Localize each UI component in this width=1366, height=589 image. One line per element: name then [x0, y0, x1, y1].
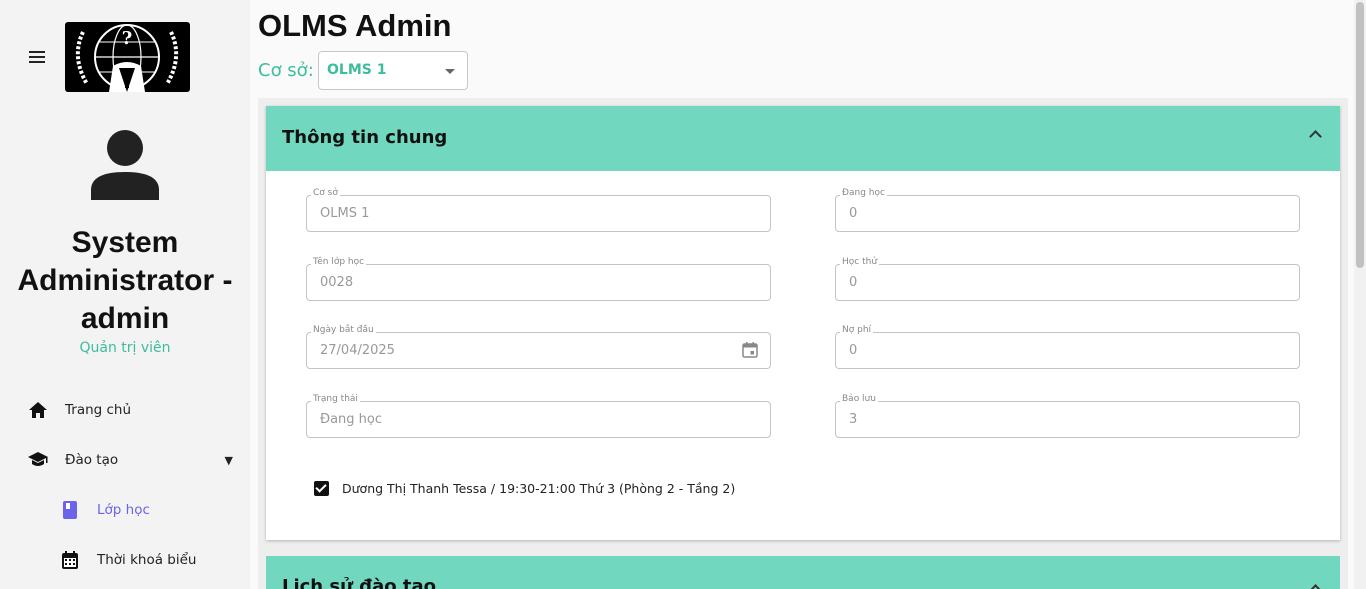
- user-name: System Administrator - admin: [17, 226, 233, 335]
- schedule-checkbox-label: Dương Thị Thanh Tessa / 19:30-21:00 Thứ …: [342, 481, 736, 496]
- field-value: 3: [849, 412, 858, 427]
- calendar-icon[interactable]: [742, 342, 758, 358]
- training-history-panel-header[interactable]: Lịch sử đào tạo: [266, 556, 1340, 589]
- branch-select-value: OLMS 1: [327, 62, 387, 78]
- field-label: Cơ sở: [311, 188, 340, 198]
- schedule-option: Dương Thị Thanh Tessa / 19:30-21:00 Thứ …: [314, 481, 735, 496]
- svg-text:?: ?: [122, 28, 133, 49]
- general-info-panel: Thông tin chung Cơ sở OLMS 1 Tên lớp học…: [266, 106, 1340, 540]
- calendar-icon: [60, 550, 80, 570]
- panel-title: Thông tin chung: [282, 127, 448, 148]
- chevron-up-icon[interactable]: [1309, 584, 1322, 589]
- sidebar-item-classes[interactable]: Lớp học: [60, 500, 150, 520]
- dropdown-arrow-icon: [445, 69, 455, 74]
- start-date-field[interactable]: Ngày bắt đầu 27/04/2025: [306, 325, 771, 369]
- scrollbar-thumb[interactable]: [1356, 2, 1364, 268]
- field-label: Bảo lưu: [840, 394, 878, 404]
- chevron-up-icon[interactable]: [1309, 130, 1322, 143]
- branch-select[interactable]: OLMS 1: [318, 51, 468, 90]
- user-avatar-icon: [88, 128, 162, 200]
- debt-count-field[interactable]: Nợ phí 0: [835, 325, 1300, 369]
- field-label: Nợ phí: [840, 325, 874, 335]
- field-value: OLMS 1: [320, 206, 370, 221]
- sidebar-item-label: Đào tạo: [65, 452, 119, 468]
- branch-field[interactable]: Cơ sở OLMS 1: [306, 188, 771, 232]
- trial-count-field[interactable]: Học thử 0: [835, 257, 1300, 301]
- user-role: Quản trị viên: [79, 340, 171, 356]
- schedule-checkbox[interactable]: [314, 481, 329, 496]
- page-scrollbar[interactable]: [1354, 0, 1366, 589]
- page-title: OLMS Admin: [258, 8, 452, 43]
- general-info-panel-header[interactable]: Thông tin chung: [266, 106, 1340, 171]
- sidebar-item-home[interactable]: Trang chủ: [28, 400, 131, 420]
- sidebar: ? System Administrator - admin Quản trị …: [0, 0, 250, 589]
- sidebar-item-label: Trang chủ: [65, 402, 132, 418]
- field-value: 0028: [320, 275, 354, 290]
- reserved-count-field[interactable]: Bảo lưu 3: [835, 394, 1300, 438]
- sidebar-item-training[interactable]: Đào tạo ▼: [28, 450, 233, 470]
- field-label: Đang học: [840, 188, 887, 198]
- sidebar-item-schedule[interactable]: Thời khoá biểu: [60, 550, 196, 570]
- status-field[interactable]: Trạng thái Đang học: [306, 394, 771, 438]
- field-label: Tên lớp học: [311, 257, 367, 267]
- field-value: 0: [849, 206, 858, 221]
- menu-toggle-button[interactable]: [26, 46, 48, 68]
- branch-label: Cơ sở:: [258, 60, 314, 81]
- field-value: 27/04/2025: [320, 343, 395, 358]
- field-label: Ngày bắt đầu: [311, 325, 376, 335]
- field-label: Học thử: [840, 257, 880, 267]
- graduation-cap-icon: [28, 450, 48, 470]
- home-icon: [28, 400, 48, 420]
- field-value: 0: [849, 343, 858, 358]
- field-value: 0: [849, 275, 858, 290]
- book-icon: [60, 500, 80, 520]
- class-name-field[interactable]: Tên lớp học 0028: [306, 257, 771, 301]
- panel-title: Lịch sử đào tạo: [282, 576, 436, 589]
- sidebar-item-label: Lớp học: [97, 502, 150, 518]
- sidebar-item-label: Thời khoá biểu: [97, 552, 197, 568]
- field-value: Đang học: [320, 412, 383, 427]
- logo: ?: [65, 22, 190, 92]
- studying-count-field[interactable]: Đang học 0: [835, 188, 1300, 232]
- chevron-down-icon: ▼: [224, 453, 233, 467]
- field-label: Trạng thái: [311, 394, 360, 404]
